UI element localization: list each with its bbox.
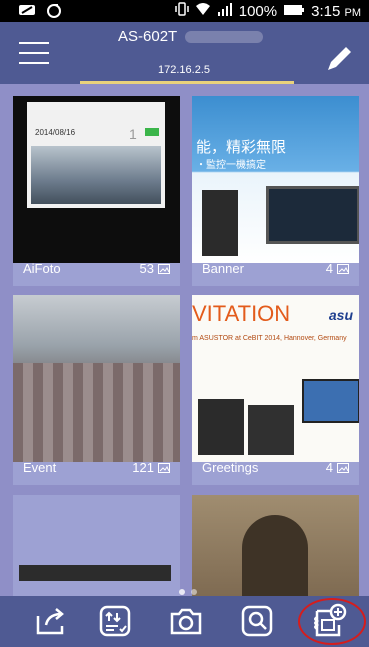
tv-image (302, 379, 359, 423)
scroll-indicator (179, 589, 197, 595)
album-thumbnail: VITATION asu m ASUSTOR at CeBIT 2014, Ha… (192, 295, 359, 462)
album-name: Event (23, 460, 57, 475)
audience-image (13, 363, 180, 462)
card-subtitle: m ASUSTOR at CeBIT 2014, Hannover, Germa… (192, 335, 347, 342)
album-tile-6[interactable] (192, 495, 359, 596)
menu-button[interactable] (19, 40, 49, 66)
album-count: 4 (326, 261, 349, 276)
pencil-icon (328, 47, 351, 70)
device-name: AS-602T (118, 28, 264, 45)
album-thumbnail (13, 495, 180, 596)
wifi-icon (195, 2, 211, 20)
album-name: AiFoto (23, 261, 61, 276)
sync-icon (46, 3, 62, 23)
status-right: 100% 3:15 PM (175, 2, 361, 20)
album-count: 121 (132, 460, 170, 475)
album-count: 53 (140, 261, 170, 276)
card-title: VITATION (192, 301, 291, 326)
banner-text: 能，精彩無限 (196, 139, 287, 156)
tv-image (266, 186, 359, 244)
album-tile-5[interactable] (13, 495, 180, 596)
album-tile-greetings[interactable]: VITATION asu m ASUSTOR at CeBIT 2014, Ha… (192, 295, 359, 485)
battery-icon (283, 3, 305, 20)
search-button[interactable] (237, 601, 277, 641)
clock: 3:15 PM (311, 2, 361, 20)
battery-percent: 100% (238, 2, 278, 20)
ip-address: 172.16.2.5 (158, 64, 210, 76)
sort-button[interactable] (95, 601, 135, 641)
group-photo (31, 146, 161, 204)
photo-icon (337, 462, 349, 473)
rack-server-image (19, 565, 171, 581)
album-thumbnail: 2014/08/16 1 (13, 96, 180, 263)
status-left-icons (18, 3, 62, 23)
album-name: Greetings (202, 460, 259, 475)
album-grid: 2014/08/16 1 AiFoto 53 能，精彩無限 ・監控一機搞定 Ba… (0, 84, 369, 596)
sort-icon (99, 605, 131, 637)
pager-dot (179, 589, 185, 595)
nas-device-image (198, 399, 244, 455)
edit-button[interactable] (322, 42, 356, 76)
bottom-toolbar (0, 596, 369, 647)
banner-subtext: ・監控一機搞定 (196, 160, 266, 171)
blurred-serial (185, 31, 264, 44)
photo-icon (337, 263, 349, 274)
thumbnail-tag (145, 128, 159, 136)
album-thumbnail (13, 295, 180, 462)
camera-icon (170, 608, 202, 635)
album-thumbnail: 能，精彩無限 ・監控一機搞定 (192, 96, 359, 263)
album-tile-event[interactable]: Event 121 (13, 295, 180, 485)
thumbnail-date: 2014/08/16 (35, 128, 76, 137)
phone-screen: 100% 3:15 PM AS-602T 172.16.2.5 2014/08/… (0, 0, 369, 647)
album-name: Banner (202, 261, 244, 276)
share-button[interactable] (31, 601, 71, 641)
album-tile-aifoto[interactable]: 2014/08/16 1 AiFoto 53 (13, 96, 180, 286)
album-count: 4 (326, 460, 349, 475)
highlight-circle (298, 598, 366, 645)
camera-button[interactable] (166, 601, 206, 641)
card-logo: asu (328, 307, 353, 323)
album-tile-banner[interactable]: 能，精彩無限 ・監控一機搞定 Banner 4 (192, 96, 359, 286)
pager-dot (191, 589, 197, 595)
share-icon (36, 608, 64, 635)
photo-icon (158, 462, 170, 473)
thumbnail-badge: 1 (129, 126, 137, 142)
signal-icon (217, 2, 233, 20)
search-icon (241, 605, 273, 637)
vibrate-icon (175, 2, 189, 20)
app-bar: AS-602T 172.16.2.5 (0, 22, 369, 84)
thumbnail-card: 2014/08/16 1 (27, 102, 165, 208)
nas-device-image-2 (248, 405, 294, 455)
nas-device-image (202, 190, 238, 256)
arch-image (242, 515, 308, 596)
photo-icon (158, 263, 170, 274)
album-thumbnail (192, 495, 359, 596)
notification-icon (18, 3, 36, 23)
status-bar: 100% 3:15 PM (0, 0, 369, 22)
